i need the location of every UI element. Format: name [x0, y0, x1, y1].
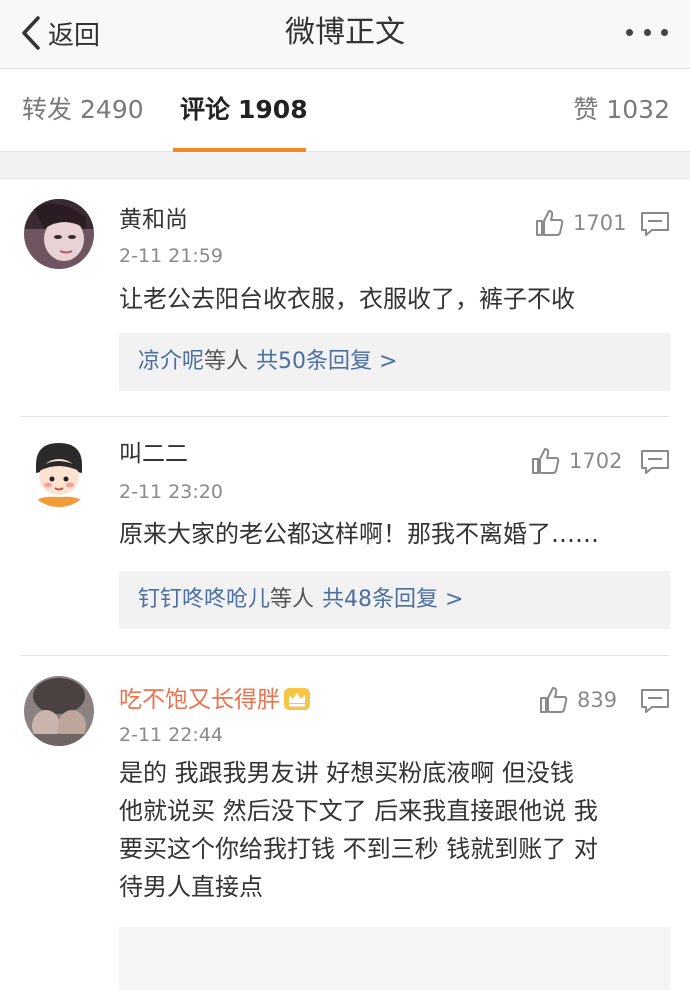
- comment-text: 是的 我跟我男友讲 好想买粉底液啊 但没钱 他就说买 然后没下文了 后来我直接跟…: [119, 754, 679, 906]
- comment-reply-icon[interactable]: [640, 688, 670, 714]
- top-navigation-bar: 返回 微博正文: [0, 0, 690, 69]
- comment-reply-icon[interactable]: [640, 211, 670, 237]
- thumbs-up-icon: [536, 210, 564, 236]
- comment-time: 2-11 22:44: [119, 724, 223, 746]
- tab-comment-label: 评论: [180, 95, 231, 124]
- more-dots-icon: [626, 28, 633, 36]
- like-count: 839: [577, 688, 618, 712]
- avatar-image: [24, 676, 94, 746]
- like-button[interactable]: 839: [539, 686, 617, 714]
- tab-bar: 转发 2490 评论 1908 赞 1032: [0, 69, 690, 152]
- more-dots-icon: [643, 28, 651, 36]
- comment-text-line: 是的 我跟我男友讲 好想买粉底液啊 但没钱: [119, 759, 574, 787]
- comment-divider: [20, 655, 670, 656]
- reply-etc: 等人: [270, 587, 315, 612]
- comment-username[interactable]: 叫二二: [119, 439, 188, 469]
- avatar[interactable]: [24, 676, 94, 746]
- thumbs-up-icon: [540, 687, 568, 713]
- more-dots-icon: [661, 28, 668, 36]
- reply-author: 凉介呢: [138, 349, 205, 374]
- reply-author: 钉钉咚咚呛儿: [138, 587, 271, 612]
- comment-text: 让老公去阳台收衣服，衣服收了，裤子不收: [119, 285, 575, 313]
- comment-replies-link[interactable]: 钉钉咚咚呛儿等人 共48条回复 >: [119, 571, 670, 629]
- comment-list: 黄和尚 2-11 21:59 1701 让老公去阳台收衣服，衣服收了，裤子不收 …: [0, 178, 690, 990]
- avatar[interactable]: [24, 199, 94, 269]
- comment-text-line: 他就说买 然后没下文了 后来我直接跟他说 我: [119, 797, 598, 825]
- tab-like[interactable]: 赞 1032: [573, 95, 670, 125]
- reply-etc: 等人: [204, 349, 249, 374]
- tab-like-count: 1032: [606, 95, 670, 124]
- avatar[interactable]: [24, 437, 94, 507]
- comment-text-line: 要买这个你给我打钱 不到三秒 钱就到账了 对: [119, 835, 598, 863]
- reply-count: 共50条回复 >: [256, 349, 398, 374]
- reply-count: 共48条回复 >: [322, 587, 464, 612]
- avatar-image: [24, 199, 94, 269]
- like-button[interactable]: 1702: [531, 447, 622, 475]
- tab-repost-count: 2490: [80, 95, 144, 124]
- like-count: 1702: [569, 449, 623, 473]
- comment-reply-icon[interactable]: [640, 449, 670, 475]
- like-count: 1701: [573, 211, 627, 235]
- comment-divider: [20, 416, 670, 417]
- comment-replies-link[interactable]: 凉介呢等人 共50条回复 >: [119, 333, 670, 391]
- comment-username[interactable]: 黄和尚: [119, 205, 188, 235]
- comment-replies-card-partial: [119, 927, 670, 990]
- comment-text-line: 待男人直接点: [119, 873, 263, 901]
- comment-time: 2-11 21:59: [119, 245, 223, 267]
- avatar-image: [24, 437, 94, 507]
- comment-username[interactable]: 吃不饱又长得胖: [119, 685, 310, 715]
- tab-repost-label: 转发: [22, 95, 73, 124]
- page-title: 微博正文: [285, 15, 405, 50]
- comment-time: 2-11 23:20: [119, 481, 223, 503]
- tab-like-label: 赞: [573, 95, 599, 124]
- tab-comment-count: 1908: [238, 95, 308, 124]
- thumbs-up-icon: [532, 448, 560, 474]
- active-tab-indicator: [173, 148, 306, 152]
- vip-crown-icon: [284, 688, 310, 710]
- comment-username-text: 吃不饱又长得胖: [119, 687, 280, 713]
- more-options-button[interactable]: [626, 26, 668, 38]
- comment-text: 原来大家的老公都这样啊！那我不离婚了……: [119, 520, 599, 548]
- tab-repost[interactable]: 转发 2490: [22, 95, 144, 125]
- like-button[interactable]: 1701: [535, 209, 626, 237]
